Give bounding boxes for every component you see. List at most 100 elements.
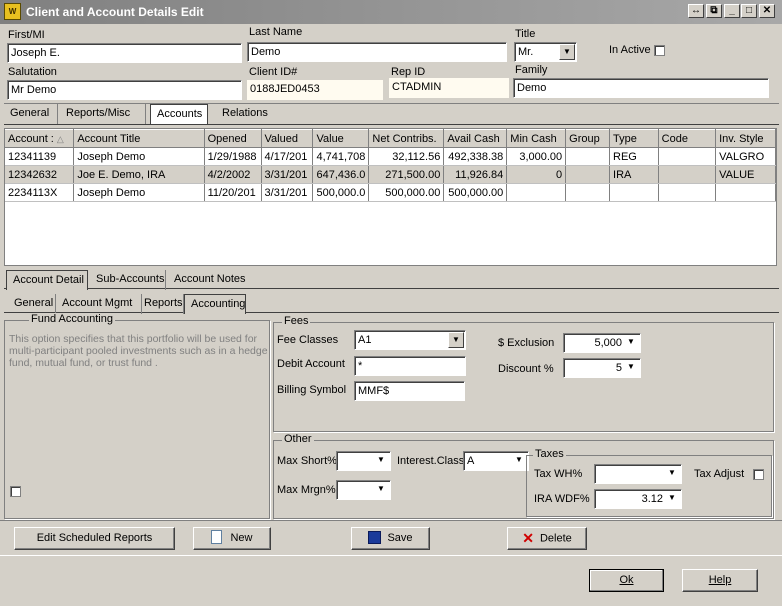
fund-accounting-checkbox[interactable] — [10, 486, 21, 497]
help-button[interactable]: Help — [682, 569, 758, 592]
column-header[interactable]: Account Title — [73, 129, 205, 148]
table-cell[interactable]: 647,436.0 — [312, 165, 370, 184]
edit-scheduled-reports-button[interactable]: Edit Scheduled Reports — [14, 527, 175, 550]
tab-accounting[interactable]: Accounting — [184, 294, 246, 314]
table-cell[interactable]: 2234113X — [5, 183, 75, 202]
table-cell[interactable]: VALGRO — [715, 147, 776, 166]
column-header[interactable]: Value — [312, 129, 370, 148]
table-cell[interactable] — [658, 183, 717, 202]
chevron-down-icon[interactable]: ▼ — [664, 491, 680, 507]
table-cell[interactable] — [565, 147, 611, 166]
chevron-down-icon[interactable]: ▼ — [623, 360, 639, 376]
billing-symbol-field[interactable]: MMF$ — [354, 381, 465, 401]
in-active-checkbox[interactable] — [654, 45, 665, 56]
exclusion-select[interactable]: 5,000 ▼ — [563, 333, 641, 353]
table-cell[interactable]: Joseph Demo — [73, 183, 205, 202]
table-cell[interactable] — [565, 165, 611, 184]
tab-sub-accounts[interactable]: Sub-Accounts — [90, 270, 166, 290]
table-cell[interactable]: 0 — [506, 165, 567, 184]
table-cell[interactable]: 4/2/2002 — [204, 165, 262, 184]
table-cell[interactable]: Joseph Demo — [73, 147, 205, 166]
table-cell[interactable]: 500,000.00 — [443, 183, 508, 202]
resize-icon[interactable]: ↔ — [688, 4, 704, 18]
app-icon[interactable]: W — [4, 3, 21, 20]
table-cell[interactable]: 12342632 — [5, 165, 75, 184]
discount-select[interactable]: 5 ▼ — [563, 358, 641, 378]
table-cell[interactable]: VALUE — [715, 165, 776, 184]
table-cell[interactable] — [609, 183, 659, 202]
table-cell[interactable]: IRA — [609, 165, 659, 184]
column-header[interactable]: Opened — [204, 129, 262, 148]
family-field[interactable]: Demo — [513, 78, 769, 98]
table-cell[interactable] — [658, 165, 717, 184]
chevron-down-icon[interactable]: ▼ — [511, 453, 527, 469]
table-row[interactable]: 12342632 Joe E. Demo, IRA 4/2/2002 3/31/… — [5, 165, 776, 184]
close-button[interactable]: ✕ — [759, 4, 775, 18]
title-select[interactable]: Mr. ▼ — [514, 42, 577, 62]
tab-account-mgmt[interactable]: Account Mgmt — [56, 294, 142, 314]
column-header[interactable]: Code — [658, 129, 717, 148]
tax-adjust-checkbox[interactable] — [753, 469, 764, 480]
first-mi-field[interactable]: Joseph E. — [7, 43, 242, 63]
max-mrgn-select[interactable]: ▼ — [336, 480, 391, 500]
chevron-down-icon[interactable]: ▼ — [623, 335, 639, 351]
table-cell[interactable]: 500,000.0 — [312, 183, 370, 202]
accounts-table[interactable]: Account : △ Account Title Opened Valued … — [4, 128, 777, 266]
ok-button[interactable]: Ok — [589, 569, 664, 592]
column-header[interactable]: Type — [609, 129, 659, 148]
table-cell[interactable]: 500,000.00 — [368, 183, 445, 202]
column-header[interactable]: Inv. Style — [715, 129, 776, 148]
table-cell[interactable]: 3,000.00 — [506, 147, 567, 166]
table-cell[interactable]: 492,338.38 — [443, 147, 508, 166]
table-cell[interactable]: Joe E. Demo, IRA — [73, 165, 205, 184]
table-row[interactable]: 2234113X Joseph Demo 11/20/201 3/31/201 … — [5, 183, 776, 202]
salutation-field[interactable]: Mr Demo — [7, 80, 242, 100]
debit-account-field[interactable]: * — [354, 356, 466, 376]
table-cell[interactable]: 3/31/201 — [261, 183, 314, 202]
column-header[interactable]: Valued — [261, 129, 314, 148]
restore-child-icon[interactable]: ⧉ — [706, 4, 722, 18]
table-row[interactable]: 12341139 Joseph Demo 1/29/1988 4/17/201 … — [5, 147, 776, 166]
table-cell[interactable]: 1/29/1988 — [204, 147, 262, 166]
table-cell[interactable]: 271,500.00 — [368, 165, 445, 184]
table-cell[interactable]: 11,926.84 — [443, 165, 508, 184]
delete-button[interactable]: ✕ Delete — [507, 527, 587, 550]
column-header[interactable]: Min Cash — [506, 129, 567, 148]
chevron-down-icon[interactable]: ▼ — [664, 466, 680, 482]
table-cell[interactable]: 4/17/201 — [261, 147, 314, 166]
chevron-down-icon[interactable]: ▼ — [559, 44, 575, 60]
chevron-down-icon[interactable]: ▼ — [373, 482, 389, 498]
tab-reports[interactable]: Reports — [138, 294, 184, 314]
tab-sub-general[interactable]: General — [8, 294, 56, 314]
chevron-down-icon[interactable]: ▼ — [448, 332, 464, 348]
table-cell[interactable] — [565, 183, 611, 202]
last-name-field[interactable]: Demo — [247, 42, 507, 62]
table-cell[interactable] — [506, 183, 567, 202]
tab-general[interactable]: General — [4, 104, 58, 124]
column-header[interactable]: Net Contribs. — [368, 129, 445, 148]
save-button[interactable]: Save — [351, 527, 430, 550]
tab-account-detail[interactable]: Account Detail — [6, 270, 88, 290]
maximize-button[interactable]: □ — [741, 4, 757, 18]
table-cell[interactable]: 4,741,708 — [312, 147, 370, 166]
minimize-button[interactable]: _ — [724, 4, 740, 18]
tax-wh-select[interactable]: ▼ — [594, 464, 682, 484]
column-header[interactable]: Avail Cash — [443, 129, 508, 148]
table-cell[interactable]: 32,112.56 — [368, 147, 445, 166]
table-cell[interactable] — [658, 147, 717, 166]
table-cell[interactable]: REG — [609, 147, 659, 166]
column-header[interactable]: Account : △ — [5, 129, 75, 148]
new-button[interactable]: New — [193, 527, 271, 550]
table-cell[interactable] — [715, 183, 776, 202]
tab-accounts[interactable]: Accounts — [150, 104, 208, 124]
column-header[interactable]: Group — [565, 129, 611, 148]
tab-reports-misc[interactable]: Reports/Misc — [60, 104, 146, 124]
tab-relations[interactable]: Relations — [216, 104, 276, 124]
fee-classes-select[interactable]: A1 ▼ — [354, 330, 466, 350]
tab-account-notes[interactable]: Account Notes — [168, 270, 248, 290]
interest-class-select[interactable]: A ▼ — [463, 451, 529, 471]
table-cell[interactable]: 11/20/201 — [204, 183, 262, 202]
chevron-down-icon[interactable]: ▼ — [373, 453, 389, 469]
max-short-select[interactable]: ▼ — [336, 451, 391, 471]
ira-wdf-select[interactable]: 3.12 ▼ — [594, 489, 682, 509]
